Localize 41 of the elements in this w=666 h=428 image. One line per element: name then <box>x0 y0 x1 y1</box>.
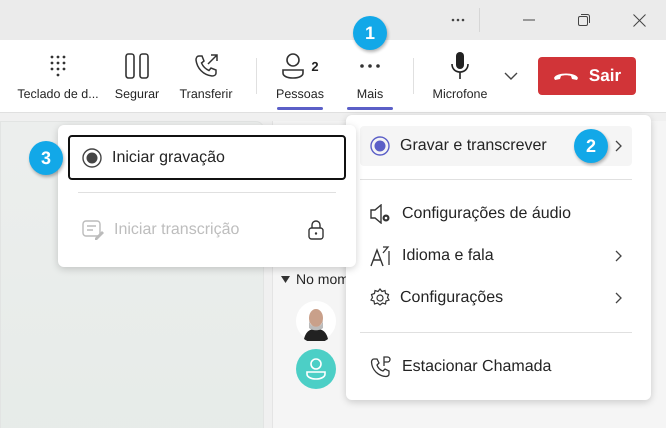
toolbar-button[interactable]: Teclado de d... <box>10 49 106 112</box>
avatar <box>296 349 336 389</box>
toolbar-button[interactable]: Mais <box>339 49 401 112</box>
more-icon[interactable] <box>451 18 465 22</box>
menu-item[interactable]: Configurações de áudio <box>360 193 632 235</box>
minimize-icon[interactable] <box>523 19 535 21</box>
close-icon[interactable] <box>633 14 646 26</box>
menu-item[interactable]: Idioma e fala <box>360 235 632 277</box>
settings-icon <box>370 288 390 308</box>
lock-icon <box>308 220 324 240</box>
avatar <box>296 301 336 341</box>
menu-item[interactable]: Configurações <box>360 277 632 319</box>
phone-park-icon <box>370 356 392 378</box>
toolbar-button[interactable]: Segurar <box>106 49 168 112</box>
person-icon <box>281 53 306 79</box>
pause-icon <box>125 53 149 79</box>
collapse-caret-icon[interactable] <box>281 276 290 282</box>
record-icon <box>370 136 390 156</box>
transcript-icon <box>82 220 104 240</box>
menu-item[interactable]: Estacionar Chamada <box>360 346 632 388</box>
microphone-icon <box>451 52 469 80</box>
chevron-right-icon <box>615 140 622 152</box>
microphone-button[interactable]: Microfone <box>422 49 498 112</box>
leave-button[interactable]: Sair <box>538 57 636 95</box>
chevron-down-icon[interactable] <box>504 72 518 80</box>
people-count: 2 <box>311 58 319 74</box>
language-icon <box>370 245 392 267</box>
dialpad-icon <box>50 55 66 77</box>
toolbar-button[interactable]: Transferir <box>168 49 244 112</box>
more-icon <box>360 64 380 68</box>
chevron-right-icon <box>615 292 622 304</box>
menu-item[interactable]: Iniciar gravação <box>68 135 346 180</box>
speaker-gear-icon <box>370 204 392 224</box>
restore-icon[interactable] <box>578 14 590 26</box>
step-badge: 2 <box>574 129 608 163</box>
chevron-right-icon <box>615 250 622 262</box>
menu-item[interactable]: Gravar e transcrever 2 <box>360 126 632 166</box>
hang-up-icon <box>552 71 579 81</box>
record-icon <box>82 148 102 168</box>
toolbar-button[interactable]: 2 Pessoas <box>269 49 331 112</box>
phone-transfer-icon <box>193 53 219 79</box>
